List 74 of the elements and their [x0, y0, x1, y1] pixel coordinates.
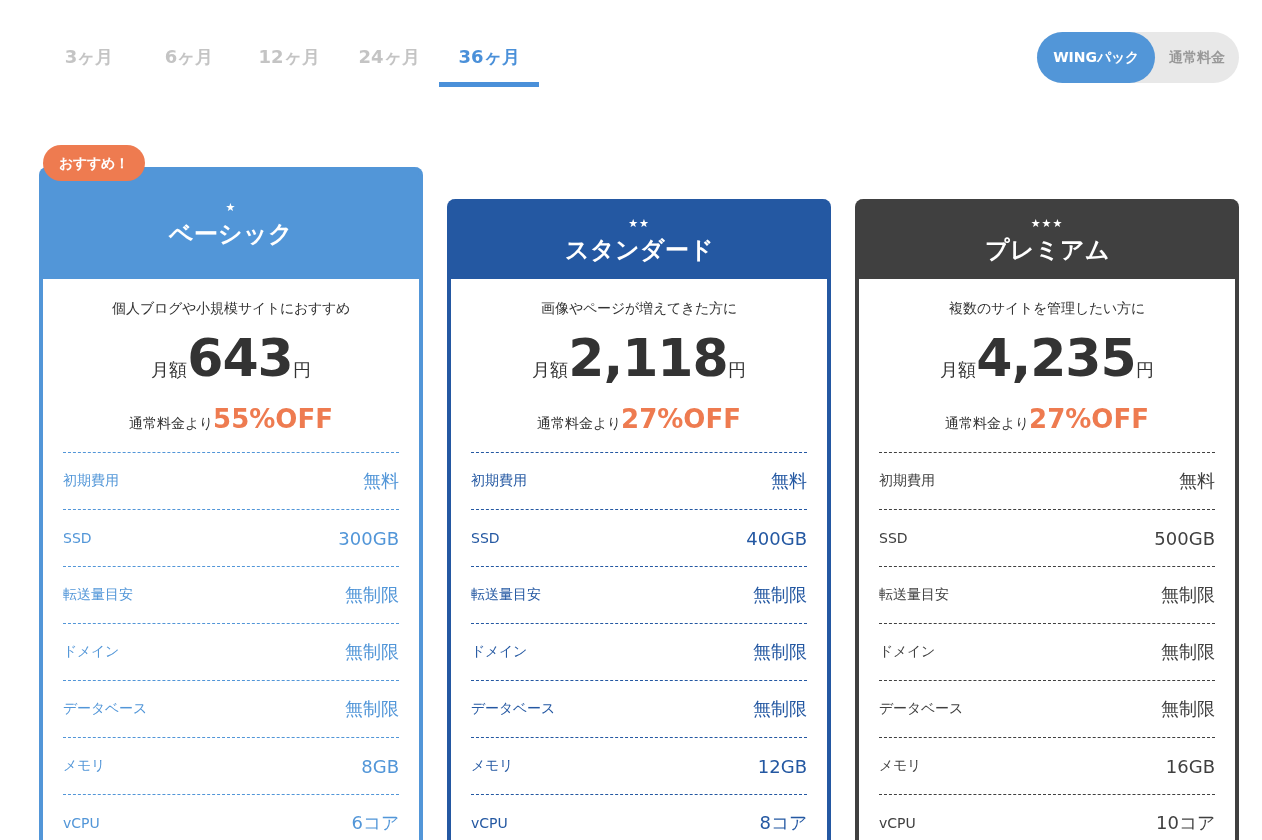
period-tab[interactable]: 3ヶ月	[39, 32, 139, 87]
spec-value: 10コア	[1156, 811, 1215, 835]
spec-value: 300GB	[338, 527, 399, 549]
discount-value: 27%OFF	[1029, 404, 1149, 434]
spec-value: 無料	[1179, 469, 1215, 493]
price-unit: 円	[727, 359, 746, 380]
spec-value: 無制限	[345, 640, 399, 664]
spec-value: 無制限	[1161, 697, 1215, 721]
plan-name: プレミアム	[983, 235, 1111, 266]
spec-value: 400GB	[746, 527, 807, 549]
discount-prefix: 通常料金より	[129, 415, 214, 431]
spec-label: 転送量目安	[63, 586, 133, 604]
spec-label: SSD	[471, 530, 500, 546]
spec-value: 12GB	[757, 755, 807, 777]
price-value: 4,235	[976, 328, 1136, 388]
spec-value: 無制限	[753, 697, 807, 721]
spec-value: 無料	[771, 469, 807, 493]
spec-value: 無料	[363, 469, 399, 493]
spec-value: 無制限	[345, 583, 399, 607]
spec-label: 初期費用	[63, 472, 119, 490]
spec-label: データベース	[879, 700, 963, 718]
plan-tagline: 画像やページが増えてきた方に	[540, 299, 738, 318]
spec-value: 無制限	[1161, 583, 1215, 607]
spec-label: ドメイン	[471, 643, 527, 661]
spec-label: メモリ	[879, 757, 921, 775]
spec-value: 無制限	[753, 640, 807, 664]
recommend-badge: おすすめ！	[43, 145, 145, 181]
spec-value: 8コア	[759, 811, 807, 835]
spec-label: SSD	[879, 530, 908, 546]
spec-label: vCPU	[879, 815, 916, 831]
plan-tagline: 個人ブログや小規模サイトにおすすめ	[111, 299, 351, 318]
spec-label: メモリ	[63, 757, 105, 775]
price-unit: 円	[292, 359, 311, 380]
discount-prefix: 通常料金より	[945, 415, 1030, 431]
discount-prefix: 通常料金より	[537, 415, 622, 431]
spec-label: 初期費用	[471, 472, 527, 490]
period-tab[interactable]: 36ヶ月	[439, 32, 539, 87]
spec-label: データベース	[63, 700, 147, 718]
spec-value: 無制限	[1161, 640, 1215, 664]
spec-label: メモリ	[471, 757, 513, 775]
plan-name: スタンダード	[563, 235, 715, 266]
spec-value: 無制限	[753, 583, 807, 607]
spec-label: 初期費用	[879, 472, 935, 490]
spec-value: 8GB	[361, 755, 399, 777]
grade-stars: ★	[225, 201, 237, 214]
price-prefix: 月額	[151, 359, 188, 380]
spec-value: 16GB	[1165, 755, 1215, 777]
spec-label: vCPU	[63, 815, 100, 831]
price-prefix: 月額	[532, 359, 569, 380]
spec-label: SSD	[63, 530, 92, 546]
spec-value: 6コア	[351, 811, 399, 835]
price-prefix: 月額	[940, 359, 977, 380]
toggle-option[interactable]: 通常料金	[1155, 32, 1239, 83]
grade-stars: ★★	[628, 217, 650, 230]
spec-label: ドメイン	[63, 643, 119, 661]
grade-stars: ★★★	[1030, 217, 1064, 230]
price-unit: 円	[1135, 359, 1154, 380]
price-value: 2,118	[568, 328, 728, 388]
spec-label: データベース	[471, 700, 555, 718]
spec-label: 転送量目安	[879, 586, 949, 604]
discount-value: 55%OFF	[213, 404, 333, 434]
spec-label: 転送量目安	[471, 586, 541, 604]
spec-value: 500GB	[1154, 527, 1215, 549]
period-tab[interactable]: 12ヶ月	[239, 32, 339, 87]
period-tab[interactable]: 6ヶ月	[139, 32, 239, 87]
toggle-option[interactable]: WINGパック	[1037, 32, 1155, 83]
discount-value: 27%OFF	[621, 404, 741, 434]
price-value: 643	[187, 328, 293, 388]
plan-tagline: 複数のサイトを管理したい方に	[948, 299, 1146, 318]
spec-label: vCPU	[471, 815, 508, 831]
period-tab[interactable]: 24ヶ月	[339, 32, 439, 87]
spec-value: 無制限	[345, 697, 399, 721]
spec-label: ドメイン	[879, 643, 935, 661]
plan-name: ベーシック	[168, 219, 294, 250]
